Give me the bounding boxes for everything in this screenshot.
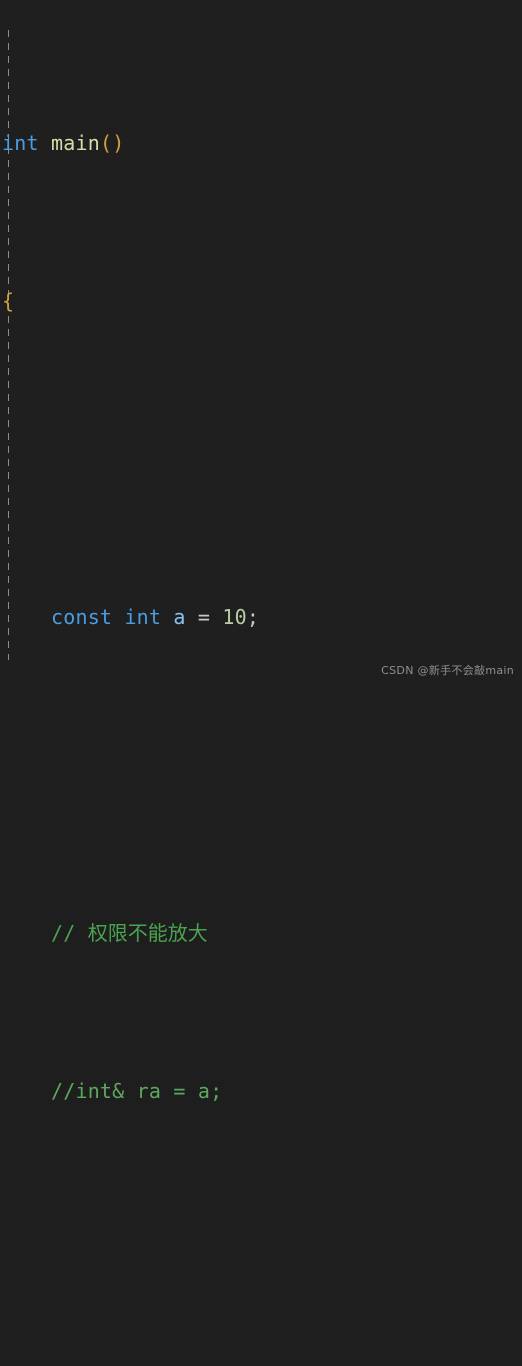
- comment-text-cannot-widen-permission: 权限不能放大: [87, 921, 208, 946]
- csdn-watermark: CSDN @新手不会敲main: [381, 664, 514, 677]
- paren-open-icon: (: [99, 131, 113, 156]
- code-line-7: //int& ra = a;: [2, 1076, 522, 1108]
- number-10: 10: [222, 605, 247, 630]
- code-line-2: {: [2, 286, 522, 318]
- code-editor[interactable]: int main() { const int a = 10; // 权限不能放大…: [0, 0, 522, 1103]
- function-name-main: main: [50, 131, 100, 156]
- code-line-6: // 权限不能放大: [2, 918, 522, 950]
- code-line-4: const int a = 10;: [2, 602, 522, 634]
- identifier-a: a: [173, 605, 186, 630]
- keyword-const: const: [50, 605, 113, 630]
- semicolon: ;: [246, 605, 260, 630]
- code-content[interactable]: int main() { const int a = 10; // 权限不能放大…: [0, 2, 522, 1366]
- comment-commented-out-ref-decl: //int& ra = a;: [50, 1079, 223, 1104]
- code-line-1: int main(): [2, 128, 522, 160]
- comment-slashes: //: [50, 921, 88, 946]
- keyword-int: int: [2, 131, 39, 156]
- brace-open-icon: {: [2, 289, 15, 314]
- operator-assign: =: [197, 605, 211, 630]
- paren-close-icon: ): [112, 131, 125, 156]
- keyword-int: int: [124, 605, 162, 630]
